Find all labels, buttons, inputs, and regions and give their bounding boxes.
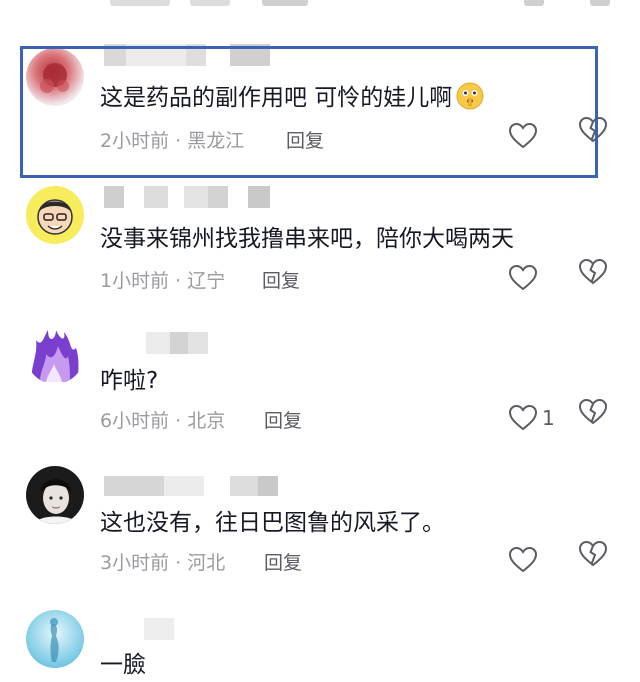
avatar-image	[31, 330, 79, 382]
comment-meta: 3小时前 · 河北	[100, 548, 225, 575]
dislike-button[interactable]	[578, 258, 618, 298]
comment-time: 1小时前	[100, 270, 170, 292]
avatar-image	[34, 479, 78, 524]
previous-comment-partial	[0, 0, 640, 12]
like-count: 1	[542, 406, 555, 430]
meta-separator: ·	[175, 270, 182, 292]
heart-outline-icon	[508, 264, 538, 291]
avatar[interactable]	[26, 186, 84, 244]
broken-heart-icon	[578, 398, 608, 425]
comment-location: 北京	[187, 410, 226, 432]
like-button[interactable]: 1	[508, 398, 556, 438]
dislike-button[interactable]	[578, 540, 618, 580]
avatar[interactable]	[26, 326, 84, 384]
like-button[interactable]	[508, 258, 556, 298]
comment-location: 辽宁	[187, 270, 226, 292]
avatar[interactable]	[26, 48, 84, 106]
shushing-face-emoji-icon	[456, 82, 484, 110]
comment-time: 2小时前	[100, 130, 170, 152]
blurred-meta	[190, 0, 230, 6]
comment-text: 这也没有，往日巴图鲁的风采了。	[100, 510, 445, 536]
meta-separator: ·	[175, 552, 182, 574]
like-button[interactable]	[508, 116, 556, 156]
comment-text: 一臉	[100, 652, 146, 678]
avatar-image	[40, 63, 69, 93]
broken-heart-icon	[578, 540, 608, 567]
broken-heart-icon	[578, 258, 608, 285]
comment-time: 6小时前	[100, 410, 170, 432]
avatar[interactable]	[26, 466, 84, 524]
heart-outline-icon	[508, 122, 538, 149]
blurred-meta	[110, 0, 170, 6]
broken-heart-icon	[578, 116, 608, 143]
blurred-reply	[262, 0, 308, 6]
comment-time: 3小时前	[100, 552, 170, 574]
avatar-image	[50, 618, 59, 662]
avatar[interactable]	[26, 610, 84, 668]
comment-text-content: 这是药品的副作用吧 可怜的娃儿啊	[100, 85, 453, 111]
comment-meta: 6小时前 · 北京	[100, 406, 225, 433]
meta-separator: ·	[175, 410, 182, 432]
comment-text: 这是药品的副作用吧 可怜的娃儿啊	[100, 82, 484, 113]
heart-outline-icon	[508, 546, 538, 573]
comment-location: 黑龙江	[187, 130, 245, 152]
dislike-button[interactable]	[578, 116, 618, 156]
comment-text: 咋啦?	[100, 368, 159, 394]
comment-meta: 2小时前 · 黑龙江	[100, 126, 244, 153]
meta-separator: ·	[175, 130, 182, 152]
comment-location: 河北	[187, 552, 226, 574]
reply-button[interactable]: 回复	[262, 266, 300, 293]
reply-button[interactable]: 回复	[264, 406, 302, 433]
comment-meta: 1小时前 · 辽宁	[100, 266, 225, 293]
dislike-icon-partial	[590, 0, 610, 6]
comment-text: 没事来锦州找我撸串来吧，陪你大喝两天	[100, 226, 514, 252]
heart-outline-icon	[508, 404, 538, 431]
avatar-image	[37, 199, 73, 235]
like-button[interactable]	[508, 540, 556, 580]
reply-button[interactable]: 回复	[264, 548, 302, 575]
like-icon-partial	[524, 0, 544, 6]
reply-button[interactable]: 回复	[286, 126, 324, 153]
dislike-button[interactable]	[578, 398, 618, 438]
